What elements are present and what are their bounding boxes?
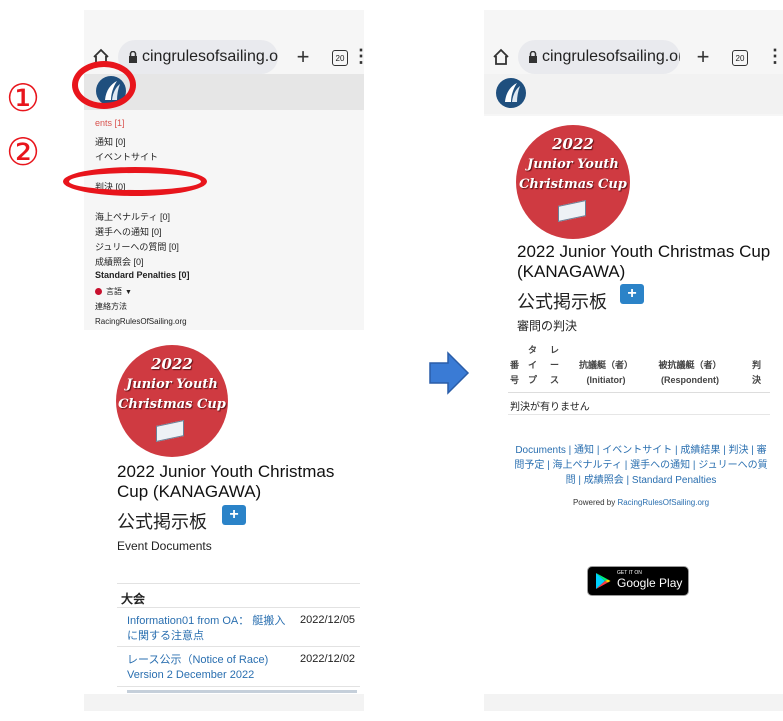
menu-item-contact[interactable]: 連絡方法	[95, 301, 127, 312]
divider	[117, 607, 360, 608]
japan-flag-icon	[95, 288, 102, 296]
powered-by-link[interactable]: RacingRulesOfSailing.org	[617, 498, 709, 507]
overflow-menu-icon[interactable]: ⋮	[352, 47, 364, 65]
document-link[interactable]: Information01 from OA： 艇搬入に関する注意点	[127, 614, 292, 644]
menu-item-questions-to-jury[interactable]: ジュリーへの質問 [0]	[95, 240, 179, 253]
menu-item-site[interactable]: RacingRulesOfSailing.org	[95, 317, 187, 326]
table-heading: 大会	[121, 592, 146, 606]
tab-count-button[interactable]: 20	[332, 50, 348, 66]
address-bar[interactable]: cingrulesofsailing.org	[118, 40, 278, 74]
lock-icon	[528, 48, 538, 67]
column-decision: 判決	[752, 360, 762, 385]
page-subtitle: 審問の判決	[517, 319, 578, 333]
tab-count-button[interactable]: 20	[732, 50, 748, 66]
bottom-bar	[484, 694, 783, 711]
address-bar[interactable]: cingrulesofsailing.org	[518, 40, 680, 74]
bottom-bar	[84, 694, 364, 711]
board-title: 公式掲示板	[517, 292, 607, 313]
column-initiator: 抗議艇（者） (Initiator)	[578, 360, 633, 385]
column-type: タイプ	[528, 345, 538, 385]
document-date: 2022/12/02	[300, 653, 356, 665]
footer-links[interactable]: Documents | 通知 | イベントサイト | 成績結果 | 判決 | 審…	[514, 443, 768, 488]
event-badge: 2022 Junior Youth Christmas Cup	[516, 125, 630, 239]
url-text: cingrulesofsailing.org	[542, 48, 680, 65]
powered-by: Powered by RacingRulesOfSailing.org	[572, 498, 710, 507]
truncated-row	[127, 690, 357, 693]
section-title: Event Documents	[117, 539, 212, 553]
empty-message: 判決が有りません	[510, 402, 590, 413]
new-tab-icon[interactable]: +	[292, 44, 314, 69]
menu-item-on-water-penalty[interactable]: 海上ペナルティ [0]	[95, 210, 170, 223]
divider	[117, 686, 360, 687]
document-link[interactable]: レース公示（Notice of Race) Version 2 December…	[127, 653, 292, 683]
board-title: 公式掲示板	[117, 512, 207, 533]
menu-item-notice-to-competitors[interactable]: 選手への通知 [0]	[95, 225, 162, 238]
navigation-menu: ents [1] 通知 [0] イベントサイト 判決 [0] 海上ペナルティ […	[84, 110, 364, 330]
event-badge: 2022 Junior Youth Christmas Cup	[116, 345, 228, 457]
menu-item-documents[interactable]: ents [1]	[95, 118, 125, 128]
callout-circle-1	[72, 61, 136, 109]
language-selector[interactable]: 言語 ▼	[95, 286, 132, 297]
url-text: cingrulesofsailing.org	[142, 48, 278, 65]
new-tab-icon[interactable]: +	[692, 44, 714, 69]
divider	[117, 646, 360, 647]
callout-label-1: ①	[6, 76, 41, 120]
add-button[interactable]: +	[620, 284, 644, 304]
menu-item-event-site[interactable]: イベントサイト	[95, 150, 158, 163]
overflow-menu-icon[interactable]: ⋮	[766, 47, 783, 65]
google-play-badge[interactable]: GET IT ON Google Play	[587, 566, 689, 596]
google-play-icon	[595, 572, 611, 594]
menu-item-standard-penalties[interactable]: Standard Penalties [0]	[95, 270, 190, 280]
callout-ellipse-2	[63, 167, 207, 196]
callout-label-2: ②	[6, 130, 41, 174]
home-icon[interactable]	[490, 46, 512, 68]
event-title: 2022 Junior Youth Christmas Cup (KANAGAW…	[117, 462, 335, 501]
flag-icon	[156, 420, 184, 442]
column-respondent: 被抗議艇（者） (Respondent)	[658, 360, 722, 385]
table-divider	[508, 414, 770, 415]
add-button[interactable]: +	[222, 505, 246, 525]
menu-item-notice[interactable]: 通知 [0]	[95, 135, 126, 148]
column-race: レース	[550, 345, 560, 385]
arrow-right-icon	[428, 350, 470, 400]
site-header	[484, 74, 783, 114]
event-title: 2022 Junior Youth Christmas Cup (KANAGAW…	[517, 242, 771, 281]
document-date: 2022/12/05	[300, 614, 356, 626]
caret-down-icon: ▼	[125, 289, 132, 296]
menu-item-results-inquiry[interactable]: 成績照会 [0]	[95, 255, 144, 268]
flag-icon	[558, 200, 586, 222]
lock-icon	[128, 48, 138, 67]
column-number: 番号	[510, 360, 520, 385]
divider	[117, 583, 360, 584]
site-logo[interactable]	[496, 78, 526, 108]
table-divider	[508, 392, 770, 393]
